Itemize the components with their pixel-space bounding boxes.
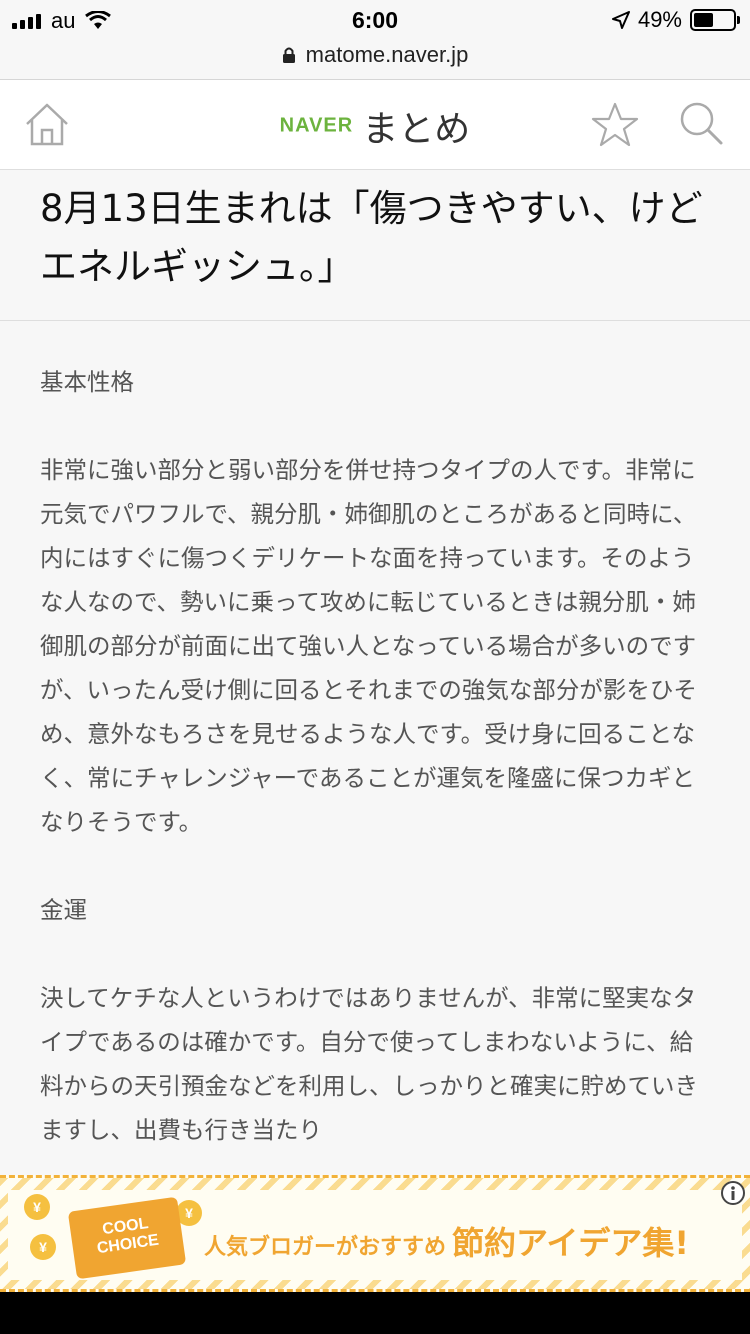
yen-coin-icon: ¥ (24, 1194, 50, 1220)
ad-info-icon[interactable] (720, 1180, 746, 1206)
section-body: 決してケチな人というわけではありませんが、非常に堅実なタイプであるのは確かです。… (40, 984, 698, 1144)
ad-text-small: 人気ブロガーがおすすめ (204, 1235, 447, 1260)
article-title: 8月13日生まれは「傷つきやすい、けどエネルギッシュ。」 (40, 187, 703, 288)
battery-percent: 49% (637, 7, 682, 32)
star-icon[interactable] (590, 100, 640, 150)
ad-content: ¥ ¥ ¥ COOL CHOICE 人気ブロガーがおすすめ 節約アイデア集! (8, 1190, 742, 1280)
location-arrow-icon (611, 11, 630, 29)
ad-text-big: 節約アイデア集! (452, 1224, 690, 1262)
section-body: 非常に強い部分と弱い部分を併せ持つタイプの人です。非常に元気でパワフルで、親分肌… (40, 456, 697, 836)
article-content: 基本性格 非常に強い部分と弱い部分を併せ持つタイプの人です。非常に元気でパワフル… (40, 360, 710, 1196)
section-heading: 基本性格 (40, 368, 134, 396)
logo-text: まとめ (362, 109, 471, 150)
site-header: NAVER まとめ (0, 80, 750, 170)
status-bar: au 6:00 49% (0, 0, 750, 40)
search-icon[interactable] (676, 98, 726, 148)
battery-fill (694, 13, 713, 27)
url-bar[interactable]: matome.naver.jp (0, 40, 750, 80)
yen-coin-icon: ¥ (30, 1234, 56, 1260)
section-heading: 金運 (40, 896, 87, 924)
lock-icon (282, 47, 295, 63)
ad-banner[interactable]: ¥ ¥ ¥ COOL CHOICE 人気ブロガーがおすすめ 節約アイデア集! (0, 1175, 750, 1292)
logo-brand: NAVER (279, 114, 354, 137)
screen: au 6:00 49% matome.naver.jp NAVER まとめ 8月… (0, 0, 750, 1292)
cool-choice-badge: COOL CHOICE (67, 1196, 187, 1280)
article-title-block: 8月13日生まれは「傷つきやすい、けどエネルギッシュ。」 (0, 170, 750, 321)
ad-text: 人気ブロガーがおすすめ 節約アイデア集! (204, 1218, 689, 1264)
url-text: matome.naver.jp (305, 42, 469, 67)
battery-icon (690, 9, 740, 31)
status-right: 49% (611, 7, 740, 33)
bottom-bar (0, 1292, 750, 1334)
